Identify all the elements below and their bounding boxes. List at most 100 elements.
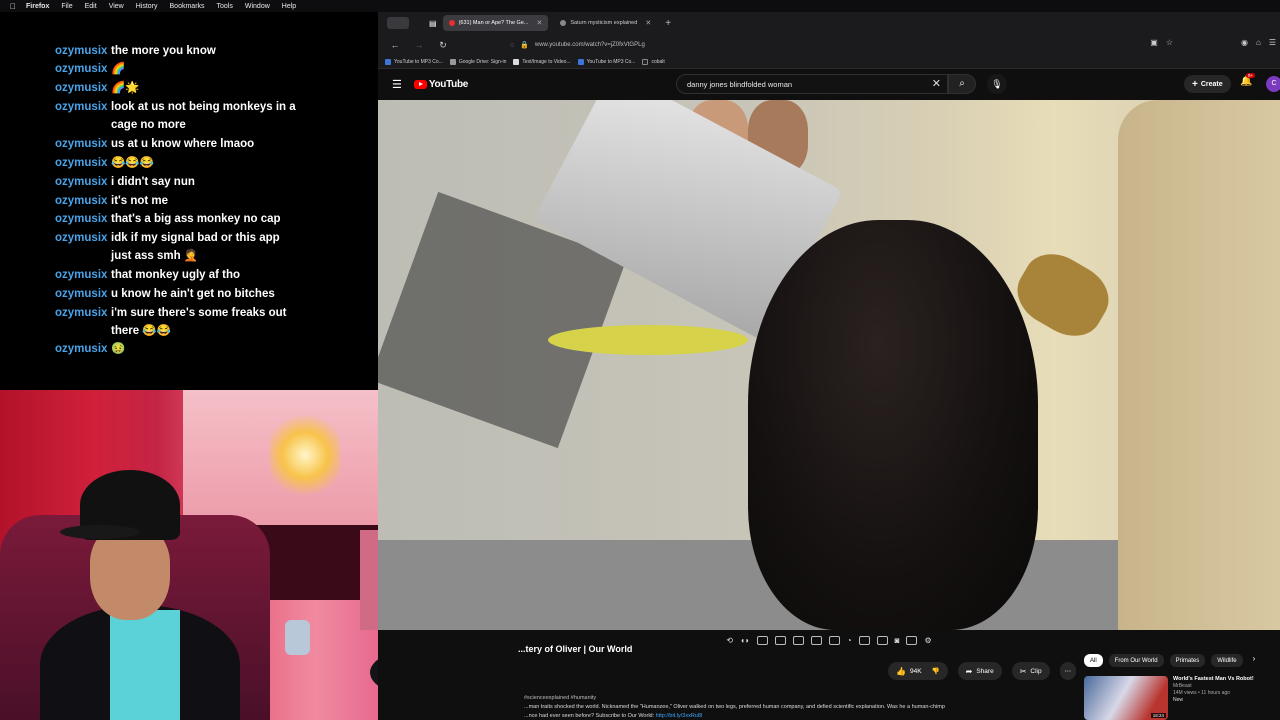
menu-firefox[interactable]: Firefox: [26, 3, 49, 10]
close-tab-icon[interactable]: ✕: [536, 19, 542, 27]
bookmark-item[interactable]: cobalt: [642, 59, 665, 65]
chat-message: ozymusix i'm sure there's some freaks out…: [55, 304, 355, 340]
reader-view-icon[interactable]: ▣: [1150, 38, 1158, 47]
share-icon: ➦: [965, 666, 973, 676]
video-description[interactable]: #scienceexplained #humanity ...man trait…: [524, 694, 1064, 720]
bookmark-star-icon[interactable]: ☆: [1166, 38, 1173, 47]
subscribe-link[interactable]: http://bit.ly/3xxRu8I: [656, 713, 703, 719]
chat-text: u know he ain't get no bitches: [111, 288, 275, 300]
chip-all[interactable]: All: [1084, 654, 1103, 667]
clear-search-icon[interactable]: ✕: [932, 77, 941, 90]
search-value: danny jones blindfolded woman: [687, 79, 793, 89]
bookmark-label: Text/Image to Video...: [522, 59, 571, 65]
chat-username: ozymusix: [55, 157, 108, 169]
url-bar[interactable]: ◌ 🔒 www.youtube.com/watch?v=jZ0fxVtGPLg: [510, 38, 1110, 52]
tab-saturn[interactable]: Saturn mysticism explained ✕: [554, 15, 657, 31]
bookmark-favicon-icon: [513, 59, 520, 65]
sidebar-toggle-button[interactable]: [387, 17, 409, 29]
menu-icon[interactable]: ☰: [1269, 38, 1276, 47]
plus-icon: +: [1192, 78, 1198, 90]
reload-icon[interactable]: ↻: [436, 40, 450, 51]
youtube-logo-text: YouTube: [428, 79, 469, 90]
share-button[interactable]: ➦ Share: [957, 662, 1002, 680]
chat-text: i'm sure there's some freaks out there 😂…: [111, 307, 287, 337]
description-tags[interactable]: #scienceexplained #humanity: [524, 694, 1064, 703]
tab-overview-icon[interactable]: ▤: [429, 19, 437, 28]
voice-search-button[interactable]: 🎙: [987, 74, 1007, 94]
notifications-button[interactable]: 🔔 9+: [1240, 73, 1256, 87]
firefox-window: ▤ (631) Man or Ape? The Ge... ✕ Saturn m…: [378, 12, 1280, 720]
thumbs-up-icon: 👍: [896, 666, 906, 676]
recommended-stats: 14M views • 11 hours ago: [1173, 690, 1230, 696]
clip-button[interactable]: ✂ Clip: [1011, 662, 1050, 680]
search-input[interactable]: danny jones blindfolded woman ✕: [676, 74, 948, 94]
menu-window[interactable]: Window: [245, 3, 270, 10]
toolbar-right: ▣ ☆ ◉ ⌂ ☰: [1150, 38, 1276, 47]
chat-message: ozymusix 😂😂😂: [55, 154, 355, 172]
recommended-title[interactable]: World's Fastest Man Vs Robot!: [1173, 676, 1278, 683]
bookmark-item[interactable]: Text/Image to Video...: [513, 59, 571, 65]
chat-username: ozymusix: [55, 343, 108, 355]
video-thumbnail[interactable]: 18:24: [1084, 676, 1168, 720]
chat-text: idk if my signal bad or this app just as…: [111, 232, 280, 262]
chat-message: ozymusix 🌈🌟: [55, 79, 355, 97]
create-button[interactable]: + Create: [1184, 75, 1231, 93]
menu-view[interactable]: View: [109, 3, 124, 10]
hamburger-menu-icon[interactable]: ☰: [392, 78, 402, 91]
more-actions-button[interactable]: ⋯: [1059, 662, 1077, 680]
menu-help[interactable]: Help: [282, 3, 296, 10]
avatar[interactable]: C: [1266, 76, 1280, 92]
menu-history[interactable]: History: [136, 3, 158, 10]
chat-username: ozymusix: [55, 45, 108, 57]
chat-text: look at us not being monkeys in a cage n…: [111, 101, 296, 131]
chevron-right-icon[interactable]: ›: [1253, 654, 1256, 667]
apple-icon[interactable]: : [6, 2, 20, 11]
youtube-play-icon: [413, 80, 427, 89]
favicon-icon: [560, 20, 567, 26]
chat-text: 🌈🌟: [111, 82, 140, 94]
lock-icon[interactable]: 🔒: [520, 41, 529, 49]
tab-label: (631) Man or Ape? The Ge...: [458, 20, 529, 26]
bookmark-item[interactable]: Google Drive: Sign-in: [449, 59, 506, 65]
search-button[interactable]: ⌕: [948, 74, 976, 94]
video-player[interactable]: [378, 100, 1280, 630]
tab-bar: ▤ (631) Man or Ape? The Ge... ✕ Saturn m…: [378, 12, 1280, 34]
menu-edit[interactable]: Edit: [85, 3, 97, 10]
account-icon[interactable]: ◉: [1241, 38, 1248, 47]
bookmark-item[interactable]: YouTube to MP3 Co...: [385, 59, 443, 65]
new-tab-icon[interactable]: +: [665, 18, 671, 29]
chip-primates[interactable]: Primates: [1169, 654, 1206, 667]
chat-message: ozymusix i didn't say nun: [55, 173, 355, 191]
menu-file[interactable]: File: [61, 3, 72, 10]
chat-message: ozymusix 🌈: [55, 60, 355, 78]
chip-wildlife[interactable]: Wildlife: [1211, 654, 1243, 667]
nav-bar: ← → ↻ ◌ 🔒 www.youtube.com/watch?v=jZ0fxV…: [378, 34, 1280, 56]
screen:  Firefox File Edit View History Bookmar…: [0, 0, 1280, 720]
recommended-video[interactable]: 18:24 World's Fastest Man Vs Robot! MrBe…: [1084, 676, 1280, 720]
extensions-icon[interactable]: ⌂: [1256, 38, 1261, 47]
chat-message: ozymusix idk if my signal bad or this app…: [55, 229, 355, 265]
streamer-shirt: [110, 610, 180, 720]
chat-message: ozymusix u know he ain't get no bitches: [55, 285, 355, 303]
forward-icon[interactable]: →: [412, 40, 426, 50]
chat-username: ozymusix: [55, 307, 108, 319]
thumbs-down-icon[interactable]: 👎: [932, 667, 940, 675]
tab-youtube[interactable]: (631) Man or Ape? The Ge... ✕: [442, 15, 549, 31]
menu-tools[interactable]: Tools: [217, 3, 233, 10]
recommended-channel[interactable]: MrBeast: [1173, 683, 1278, 690]
bookmarks-bar: YouTube to MP3 Co... Google Drive: Sign-…: [378, 56, 1280, 69]
shield-icon[interactable]: ◌: [510, 42, 514, 49]
stream-chat: ozymusix the more you know ozymusix 🌈 ozym…: [0, 12, 378, 390]
chat-text: 🤢: [111, 343, 126, 355]
youtube-logo[interactable]: YouTube: [413, 79, 469, 90]
bookmark-item[interactable]: YouTube to MP3 Co...: [577, 59, 635, 65]
chip-from-our-world[interactable]: From Our World: [1108, 654, 1164, 667]
menu-bookmarks[interactable]: Bookmarks: [170, 3, 205, 10]
back-icon[interactable]: ←: [388, 40, 402, 50]
chat-text: i didn't say nun: [111, 176, 195, 188]
related-filter-chips: All From Our World Primates Wildlife ›: [1084, 654, 1255, 667]
like-button[interactable]: 👍 94K 👎: [888, 662, 948, 680]
chat-text: the more you know: [111, 45, 216, 57]
chat-message: ozymusix us at u know where lmaoo: [55, 135, 355, 153]
close-tab-icon[interactable]: ✕: [645, 19, 651, 27]
